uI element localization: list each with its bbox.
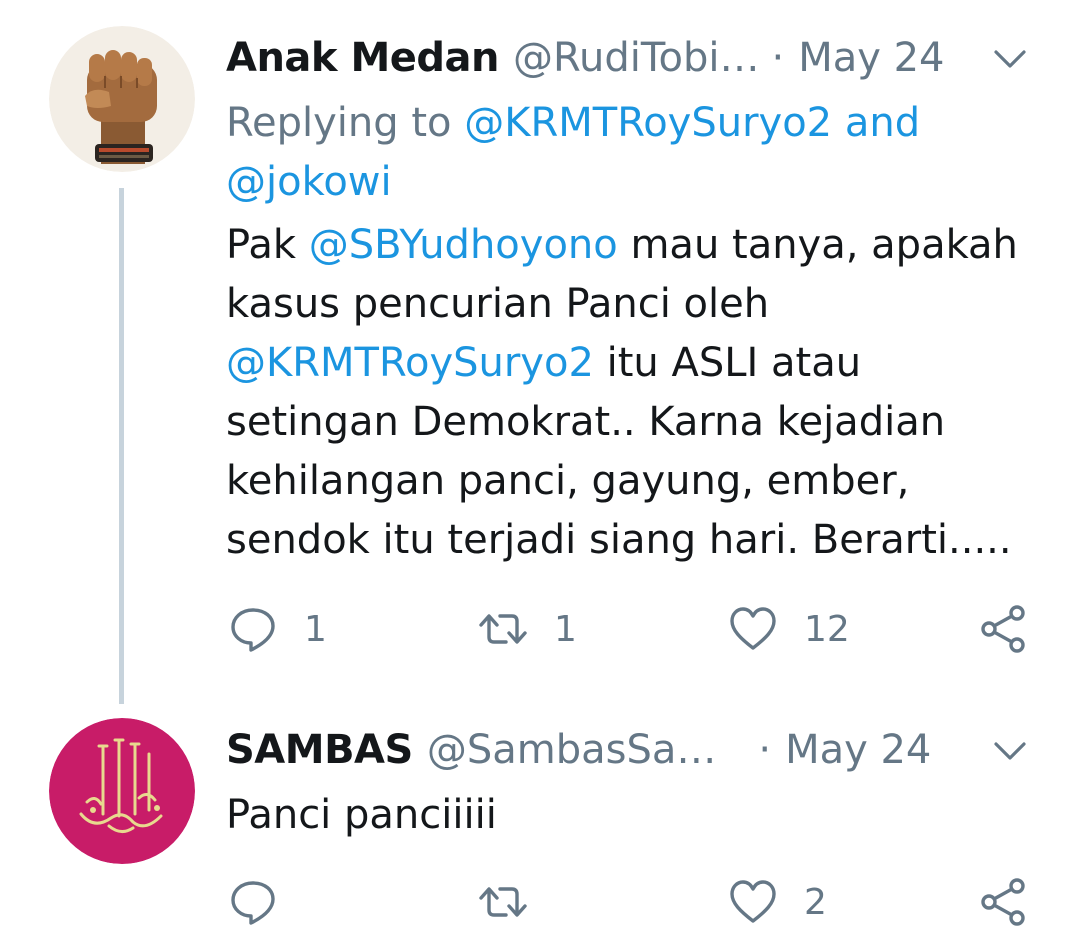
user-handle[interactable]: @SambasSa… — [427, 722, 717, 778]
share-icon — [981, 878, 1025, 926]
tweet-actions: 2 — [0, 872, 1078, 932]
replying-to: Replying to @KRMTRoySuryo2 and @jokowi — [226, 94, 1026, 212]
retweet-button[interactable]: 1 — [478, 599, 577, 659]
display-name[interactable]: SAMBAS — [226, 722, 413, 778]
mention-link[interactable]: @SBYudhoyono — [309, 222, 618, 268]
tweet-anak-medan[interactable]: Anak Medan @RudiTobi… · May 24 Replying … — [0, 0, 1078, 704]
like-count: 12 — [804, 608, 850, 650]
reply-count: 1 — [304, 608, 327, 650]
reply-button[interactable] — [228, 872, 278, 932]
mention-link[interactable]: @jokowi — [226, 159, 392, 205]
retweet-icon — [479, 887, 527, 917]
reply-icon — [231, 608, 275, 652]
tweet-actions: 1 1 12 — [0, 599, 1078, 659]
tweet-header: Anak Medan @RudiTobi… · May 24 — [226, 30, 945, 86]
retweet-button[interactable] — [478, 872, 528, 932]
separator-dot: · — [771, 35, 785, 81]
tweet-date[interactable]: May 24 — [798, 30, 944, 86]
replying-to-label: Replying to — [226, 100, 452, 146]
heart-icon — [730, 607, 776, 650]
display-name[interactable]: Anak Medan — [226, 30, 500, 86]
heart-icon — [730, 880, 776, 923]
reply-icon — [231, 881, 275, 925]
avatar-sambas[interactable] — [49, 718, 195, 864]
share-icon — [981, 605, 1025, 653]
share-button[interactable] — [978, 599, 1028, 659]
tweet-text-part: Pak — [226, 222, 309, 268]
mention-link[interactable]: @KRMTRoySuryo2 — [226, 340, 594, 386]
retweet-icon — [479, 614, 527, 644]
tweet-menu-caret[interactable] — [990, 730, 1030, 770]
tweet-text: Pak @SBYudhoyono mau tanya, apakah kasus… — [226, 216, 1026, 570]
like-count: 2 — [804, 881, 827, 923]
share-button[interactable] — [978, 872, 1028, 932]
replying-and[interactable]: and — [845, 100, 920, 146]
separator-dot: · — [758, 727, 772, 773]
chevron-down-icon — [994, 742, 1026, 760]
tweet-header: SAMBAS @SambasSa… · May 24 — [226, 722, 931, 778]
like-button[interactable]: 12 — [728, 599, 850, 659]
retweet-count: 1 — [554, 608, 577, 650]
mention-link[interactable]: @KRMTRoySuryo2 — [464, 100, 832, 146]
avatar-anak-medan[interactable] — [49, 26, 195, 172]
calligraphy-avatar — [49, 718, 195, 864]
tweet-sambas[interactable]: SAMBAS @SambasSa… · May 24 Panci panciii… — [0, 700, 1078, 945]
reply-button[interactable]: 1 — [228, 599, 327, 659]
tweet-text: Panci panciiiii — [226, 792, 497, 838]
tweet-date[interactable]: May 24 — [785, 722, 931, 778]
raised-fist-avatar — [49, 26, 195, 172]
chevron-down-icon — [994, 50, 1026, 68]
user-handle[interactable]: @RudiTobi… — [513, 30, 759, 86]
tweet-menu-caret[interactable] — [990, 38, 1030, 78]
like-button[interactable]: 2 — [728, 872, 827, 932]
